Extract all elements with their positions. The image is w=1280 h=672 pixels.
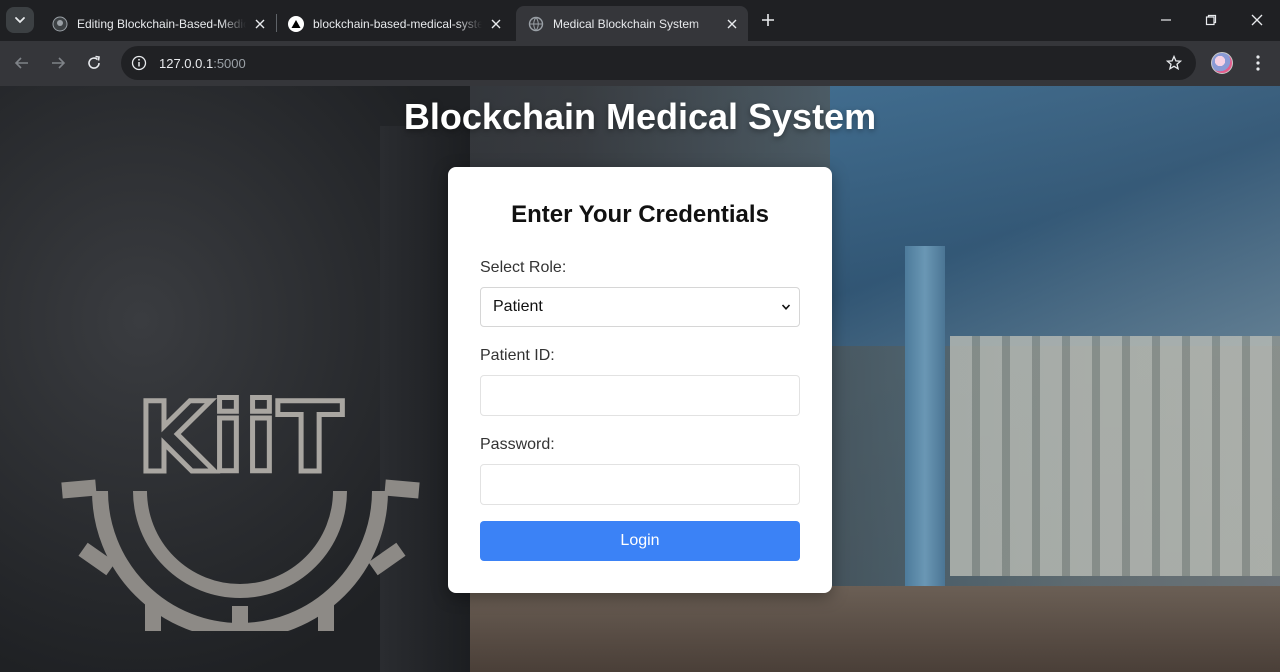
bg-floor bbox=[440, 586, 1280, 672]
browser-toolbar: 127.0.0.1:5000 bbox=[0, 41, 1280, 86]
new-tab-button[interactable] bbox=[756, 8, 780, 32]
arrow-left-icon bbox=[14, 57, 28, 69]
tab-title: blockchain-based-medical-system bbox=[313, 16, 482, 31]
browser-tabstrip: Editing Blockchain-Based-Medical-System … bbox=[0, 0, 1280, 41]
page-title: Blockchain Medical System bbox=[403, 96, 877, 137]
site-info-icon[interactable] bbox=[125, 49, 153, 77]
url-text: 127.0.0.1:5000 bbox=[159, 56, 246, 71]
chevron-down-icon bbox=[779, 300, 793, 314]
vercel-icon bbox=[288, 15, 304, 32]
forward-button[interactable] bbox=[44, 49, 72, 77]
close-icon[interactable] bbox=[252, 16, 268, 32]
bg-pillar bbox=[905, 246, 945, 606]
bg-building bbox=[950, 336, 1280, 576]
kiit-logo: KiiT bbox=[60, 301, 420, 639]
bookmark-star-icon[interactable] bbox=[1164, 53, 1184, 73]
restore-button[interactable] bbox=[1188, 0, 1234, 40]
tab-title: Medical Blockchain System bbox=[553, 16, 700, 31]
tab-vercel-repo[interactable]: blockchain-based-medical-system bbox=[276, 6, 512, 41]
tab-medical-blockchain[interactable]: Medical Blockchain System bbox=[516, 6, 748, 41]
globe-icon bbox=[528, 16, 544, 32]
close-icon[interactable] bbox=[724, 16, 740, 32]
role-label: Select Role: bbox=[480, 259, 567, 276]
minimize-icon bbox=[1161, 19, 1171, 21]
chevron-down-icon bbox=[15, 17, 25, 24]
url-port: :5000 bbox=[213, 55, 246, 71]
reload-button[interactable] bbox=[80, 49, 108, 77]
reload-icon bbox=[88, 55, 100, 69]
github-icon bbox=[52, 16, 68, 32]
close-window-button[interactable] bbox=[1234, 0, 1280, 40]
patient-id-input[interactable] bbox=[480, 375, 800, 416]
page-viewport: KiiT Blockchain Medical System Enter You… bbox=[0, 86, 1280, 672]
arrow-right-icon bbox=[52, 57, 66, 69]
close-icon bbox=[1251, 14, 1263, 26]
password-label: Password: bbox=[480, 436, 555, 453]
more-vert-icon bbox=[1256, 55, 1260, 71]
tab-search-button[interactable] bbox=[6, 7, 34, 33]
plus-icon bbox=[762, 14, 774, 26]
restore-icon bbox=[1205, 14, 1217, 26]
minimize-button[interactable] bbox=[1143, 0, 1189, 40]
logo-text: KiiT bbox=[137, 382, 343, 494]
patient-id-label: Patient ID: bbox=[480, 347, 555, 364]
role-select[interactable]: Patient bbox=[480, 287, 800, 327]
url-host: 127.0.0.1 bbox=[159, 55, 214, 71]
close-icon[interactable] bbox=[488, 16, 504, 32]
back-button[interactable] bbox=[8, 49, 36, 77]
profile-avatar[interactable] bbox=[1211, 52, 1233, 74]
tab-editing-github[interactable]: Editing Blockchain-Based-Medical-System bbox=[40, 6, 276, 41]
tab-title: Editing Blockchain-Based-Medical-System bbox=[77, 16, 246, 31]
card-title: Enter Your Credentials bbox=[511, 201, 769, 228]
browser-menu-button[interactable] bbox=[1246, 51, 1270, 75]
address-bar[interactable]: 127.0.0.1:5000 bbox=[121, 46, 1196, 80]
role-select-value: Patient bbox=[493, 298, 543, 315]
password-input[interactable] bbox=[480, 464, 800, 505]
login-button[interactable]: Login bbox=[480, 521, 800, 561]
login-card: Enter Your Credentials Select Role: Pati… bbox=[448, 167, 832, 593]
